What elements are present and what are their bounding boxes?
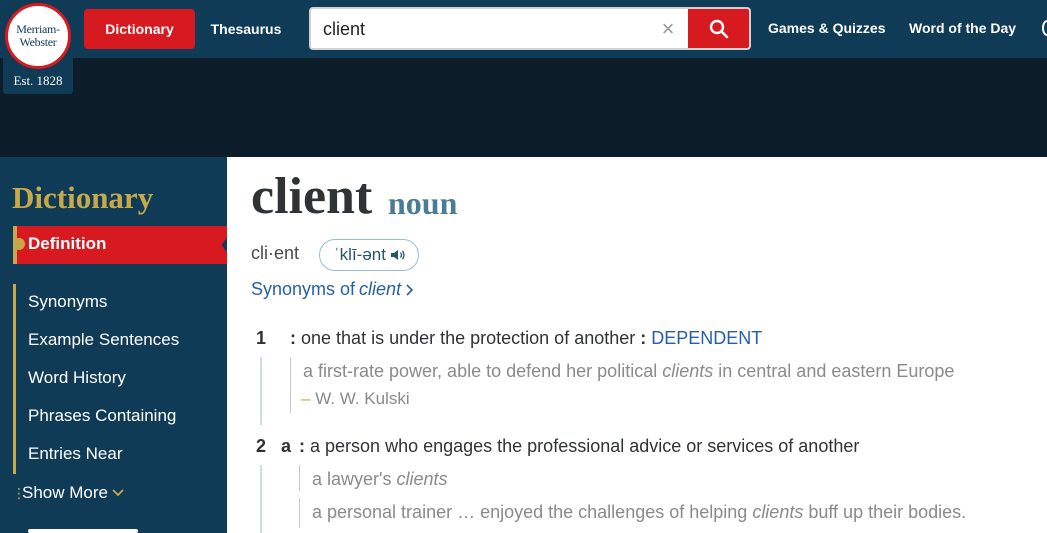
synonyms-link-word: client bbox=[359, 279, 402, 299]
sidebar-item-entries-near[interactable]: Entries Near bbox=[28, 444, 122, 464]
entry-content: client noun cli·ent ˈklī-ənt Synonyms of… bbox=[227, 157, 1047, 533]
synonyms-link[interactable]: Synonyms of client bbox=[251, 279, 414, 300]
definition-text: one that is under the protection of anot… bbox=[301, 328, 636, 348]
account-icon[interactable] bbox=[1042, 20, 1047, 36]
search-input[interactable] bbox=[323, 16, 653, 42]
example-rule bbox=[299, 498, 300, 528]
sidebar: Dictionary Definition Synonyms Example S… bbox=[0, 157, 235, 533]
speaker-icon bbox=[390, 250, 405, 260]
active-dot-icon bbox=[13, 238, 25, 250]
example-rule bbox=[260, 465, 262, 533]
sidebar-rule bbox=[13, 284, 16, 474]
logo-line-2: Webster bbox=[19, 35, 57, 49]
definition-text: a person who engages the professional ad… bbox=[310, 436, 860, 456]
chevron-down-icon bbox=[112, 489, 124, 497]
example-author: – W. W. Kulski bbox=[301, 389, 410, 408]
search-button[interactable] bbox=[688, 9, 749, 48]
sidebar-title: Dictionary bbox=[12, 180, 154, 215]
show-more-label: Show More bbox=[22, 483, 108, 502]
sidebar-item-phrases-containing[interactable]: Phrases Containing bbox=[28, 406, 176, 426]
thesaurus-tab[interactable]: Thesaurus bbox=[195, 9, 297, 49]
example-sentence: a personal trainer … enjoyed the challen… bbox=[312, 502, 967, 522]
sidebar-item-synonyms[interactable]: Synonyms bbox=[28, 292, 107, 312]
example-rule bbox=[290, 357, 291, 413]
syllables: cli·ent bbox=[251, 243, 300, 263]
synonyms-link-prefix: Synonyms of bbox=[251, 279, 356, 299]
sidebar-item-word-history[interactable]: Word History bbox=[28, 368, 126, 388]
nav-games-quizzes[interactable]: Games & Quizzes bbox=[768, 20, 886, 36]
logo-est: Est. 1828 bbox=[13, 73, 63, 88]
logo-seal: Merriam- Webster bbox=[5, 3, 71, 69]
example-rule bbox=[260, 357, 262, 425]
dictionary-tab[interactable]: Dictionary bbox=[84, 9, 195, 49]
chevron-right-icon bbox=[406, 283, 414, 296]
sidebar-item-label: Definition bbox=[28, 234, 107, 253]
sense-definition: : one that is under the protection of an… bbox=[290, 328, 763, 348]
search-icon bbox=[709, 19, 728, 38]
example-sentence: a lawyer's clients bbox=[312, 469, 448, 489]
site-logo[interactable]: Merriam- Webster Est. 1828 bbox=[3, 0, 73, 94]
example-sentence: a first-rate power, able to defend her p… bbox=[303, 361, 955, 381]
search-box: × bbox=[309, 7, 751, 50]
sense-number: 1 bbox=[256, 328, 267, 348]
sidebar-bottom-bar bbox=[28, 529, 138, 533]
close-icon[interactable]: × bbox=[657, 17, 679, 41]
more-dots-icon: ⋮ bbox=[12, 485, 26, 501]
ad-band bbox=[0, 58, 1047, 157]
example-rule bbox=[299, 465, 300, 491]
pronunciation-text: ˈklī-ənt bbox=[334, 245, 386, 264]
sense-definition: : a person who engages the professional … bbox=[299, 436, 860, 456]
cross-reference-link[interactable]: DEPENDENT bbox=[651, 328, 762, 348]
part-of-speech[interactable]: noun bbox=[388, 185, 457, 222]
sidebar-item-example-sentences[interactable]: Example Sentences bbox=[28, 330, 179, 350]
sense-number: 2 bbox=[256, 436, 267, 456]
pronunciation-button[interactable]: ˈklī-ənt bbox=[319, 239, 419, 271]
headword: client bbox=[251, 168, 373, 225]
nav-word-of-the-day[interactable]: Word of the Day bbox=[909, 20, 1016, 36]
sense-letter: a bbox=[281, 436, 292, 456]
show-more-button[interactable]: ⋮ Show More bbox=[12, 483, 124, 503]
